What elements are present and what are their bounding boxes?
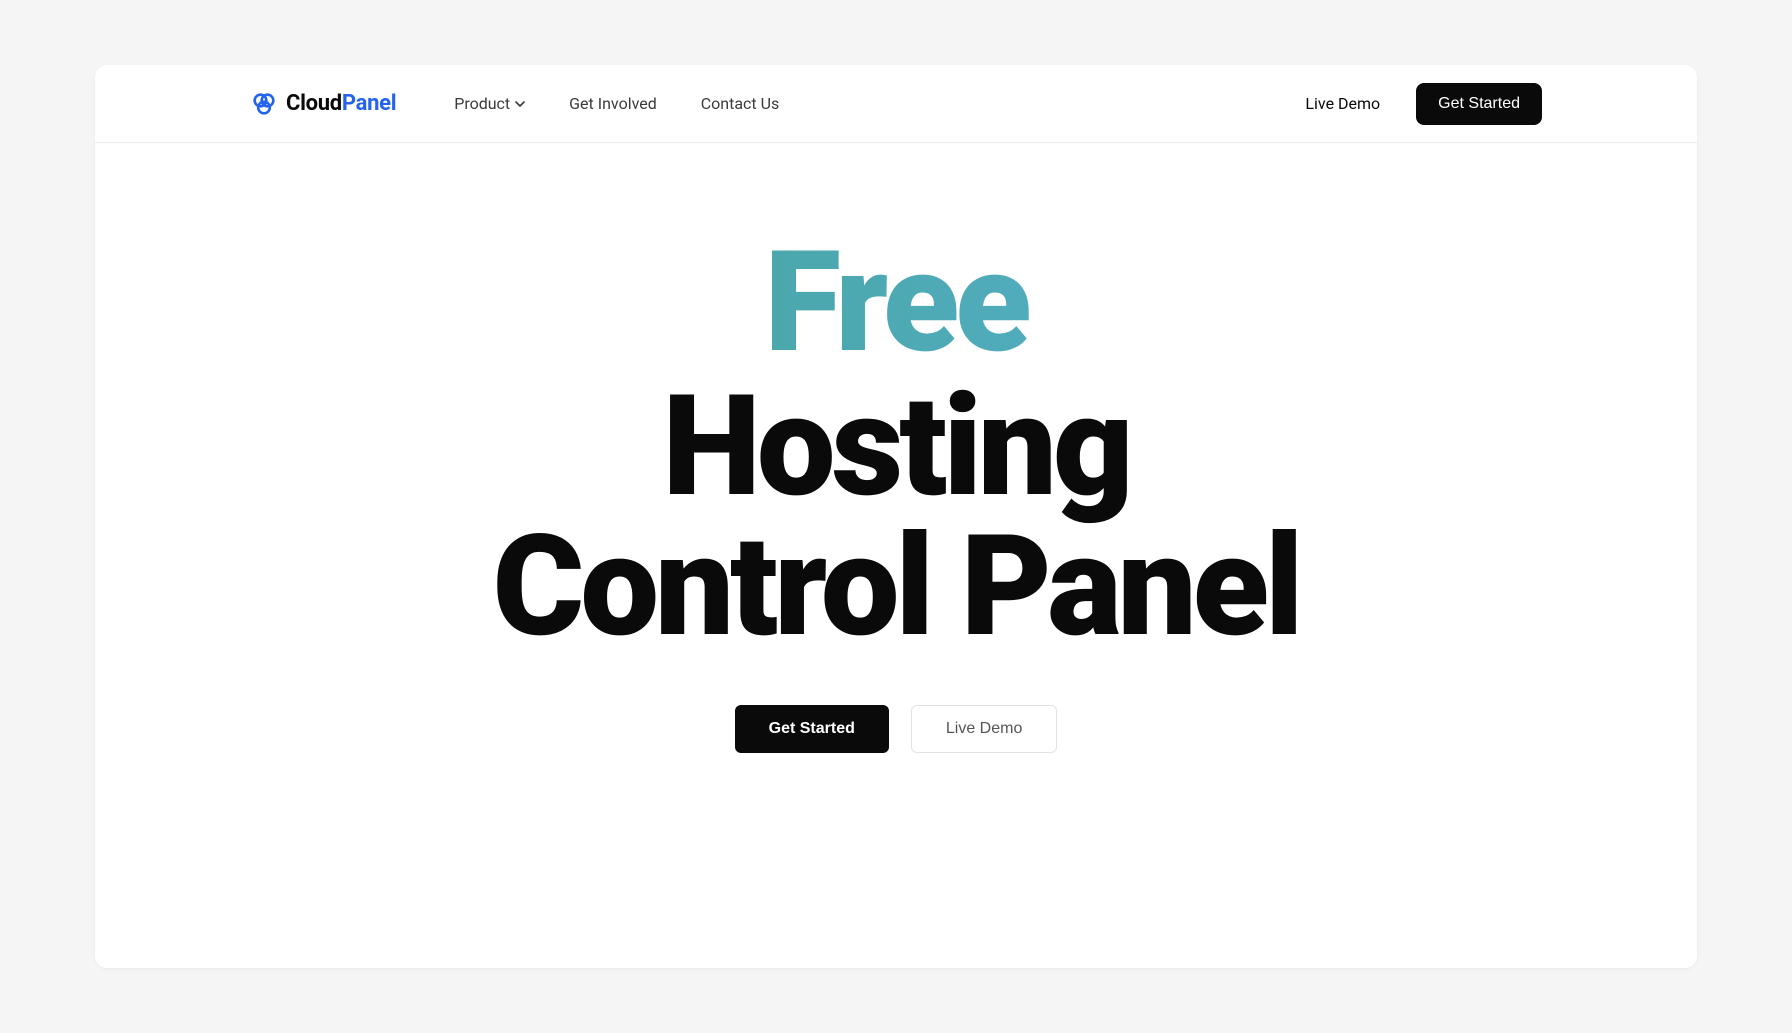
brand-name: CloudPanel (286, 91, 396, 116)
nav-item-contact-us[interactable]: Contact Us (701, 94, 780, 113)
cloud-logo-icon (250, 90, 278, 118)
nav-right: Live Demo Get Started (1305, 83, 1542, 125)
hero-title: Free Hosting Control Panel (95, 233, 1697, 657)
nav-item-product[interactable]: Product (454, 94, 525, 113)
nav-item-label: Contact Us (701, 94, 780, 113)
brand-name-part1: Cloud (286, 91, 342, 116)
nav-item-label: Get Involved (569, 94, 657, 113)
brand-name-part2: Panel (342, 91, 396, 116)
brand-logo[interactable]: CloudPanel (250, 90, 396, 118)
hero-get-started-button[interactable]: Get Started (735, 705, 889, 753)
hero-line-2: Control Panel (95, 517, 1697, 657)
page-container: CloudPanel Product Get Involved Contact … (95, 65, 1697, 968)
chevron-down-icon (515, 101, 525, 107)
get-started-button[interactable]: Get Started (1416, 83, 1542, 125)
hero-line-1: Hosting (95, 377, 1697, 517)
live-demo-link[interactable]: Live Demo (1305, 94, 1380, 113)
top-nav: CloudPanel Product Get Involved Contact … (95, 65, 1697, 143)
nav-item-get-involved[interactable]: Get Involved (569, 94, 657, 113)
hero-section: Free Hosting Control Panel Get Started L… (95, 143, 1697, 753)
hero-actions: Get Started Live Demo (95, 705, 1697, 753)
hero-live-demo-button[interactable]: Live Demo (911, 705, 1057, 753)
nav-links: Product Get Involved Contact Us (454, 94, 779, 113)
nav-item-label: Product (454, 94, 510, 113)
hero-highlight: Free (95, 233, 1697, 373)
